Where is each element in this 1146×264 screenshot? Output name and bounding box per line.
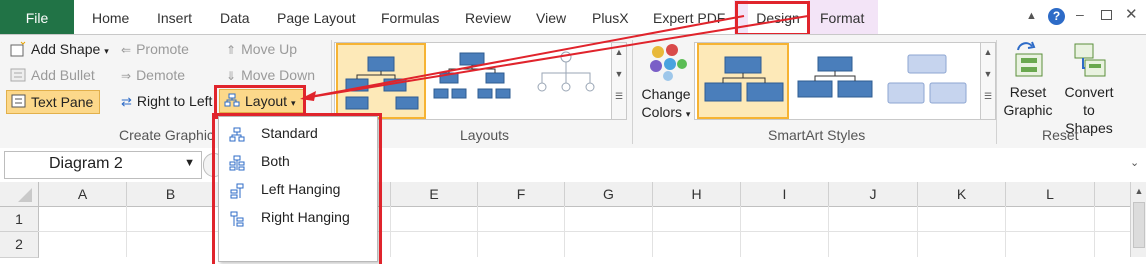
annotation-arrowhead: [300, 91, 316, 101]
annotation-arrow-line: [303, 15, 745, 99]
annotation-arrow-line: [303, 15, 809, 99]
annotation-arrows: [300, 15, 809, 101]
